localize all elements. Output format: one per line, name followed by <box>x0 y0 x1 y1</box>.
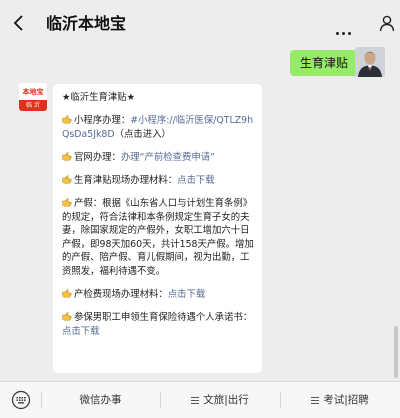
menu-item-travel[interactable]: 文旅|出行 <box>160 382 280 418</box>
mini-program-line: 小程序办理：#小程序://临沂医保/QTLZ9hQsDa5Jk8D（点击进入） <box>62 114 254 141</box>
outgoing-message[interactable]: 生育津贴 <box>290 50 365 76</box>
incoming-message: ★临沂生育津贴★ 小程序办理：#小程序://临沂医保/QTLZ9hQsDa5Jk… <box>53 84 262 373</box>
leave-text: 产假：根据《山东省人口与计划生育条例》的规定，符合法律和本条例规定生育子女的夫妻… <box>62 197 254 277</box>
materials-line: 生育津贴现场办理材料：点击下载 <box>62 174 254 188</box>
chat-scrollbar[interactable] <box>394 326 398 378</box>
leave-paragraph: 产假：根据《山东省人口与计划生育条例》的规定，符合法律和本条例规定生育子女的夫妻… <box>62 197 254 279</box>
pointing-hand-icon <box>62 115 73 124</box>
checkup-download-link[interactable]: 点击下载 <box>168 289 206 300</box>
menu-item-exam-jobs[interactable]: 考试|招聘 <box>280 382 400 418</box>
mini-program-label: 小程序办理： <box>74 115 131 127</box>
male-employee-download-link[interactable]: 点击下载 <box>62 326 100 337</box>
mini-program-note: （点击进入） <box>114 128 171 140</box>
menu-list-icon <box>191 396 200 404</box>
chat-title: 临沂本地宝 <box>46 14 127 33</box>
account-avatar[interactable]: 本地宝 临 沂 <box>19 83 47 111</box>
male-employee-label: 参保男职工申领生育保险待遇个人承诺书： <box>74 312 253 324</box>
materials-label: 生育津贴现场办理材料： <box>74 174 178 186</box>
menu-list-icon <box>311 396 320 404</box>
self-avatar[interactable] <box>355 47 385 77</box>
male-employee-line: 参保男职工申领生育保险待遇个人承诺书： 点击下载 <box>62 311 254 338</box>
keyboard-toggle[interactable] <box>0 382 41 418</box>
menu-item-label: 文旅|出行 <box>203 394 249 406</box>
website-label: 官网办理： <box>74 151 121 163</box>
website-link[interactable]: 办理“产前检查费申请” <box>121 152 215 163</box>
pointing-hand-icon <box>62 198 73 207</box>
checkup-line: 产检费现场办理材料：点击下载 <box>62 288 254 302</box>
bottom-menu: 微信办事 文旅|出行 考试|招聘 <box>0 381 400 418</box>
pointing-hand-icon <box>62 312 73 321</box>
pointing-hand-icon <box>62 151 73 161</box>
header-bar: 临沂本地宝 <box>0 0 400 48</box>
logo-top-text: 本地宝 <box>22 87 44 96</box>
website-line: 官网办理：办理“产前检查费申请” <box>62 151 254 165</box>
profile-icon[interactable] <box>378 14 396 32</box>
message-heading: ★临沂生育津贴★ <box>62 92 136 103</box>
menu-item-label: 微信办事 <box>79 394 122 406</box>
checkup-label: 产检费现场办理材料： <box>74 289 168 301</box>
pointing-hand-icon <box>62 175 73 184</box>
materials-download-link[interactable]: 点击下载 <box>177 175 215 186</box>
menu-item-wechat-service[interactable]: 微信办事 <box>41 382 160 418</box>
pointing-hand-icon <box>62 289 73 298</box>
back-arrow-icon[interactable] <box>10 13 30 33</box>
more-options-icon[interactable] <box>336 20 354 39</box>
menu-item-label: 考试|招聘 <box>323 394 369 406</box>
logo-bottom-text: 临 沂 <box>19 100 47 111</box>
keyboard-icon <box>11 390 30 410</box>
